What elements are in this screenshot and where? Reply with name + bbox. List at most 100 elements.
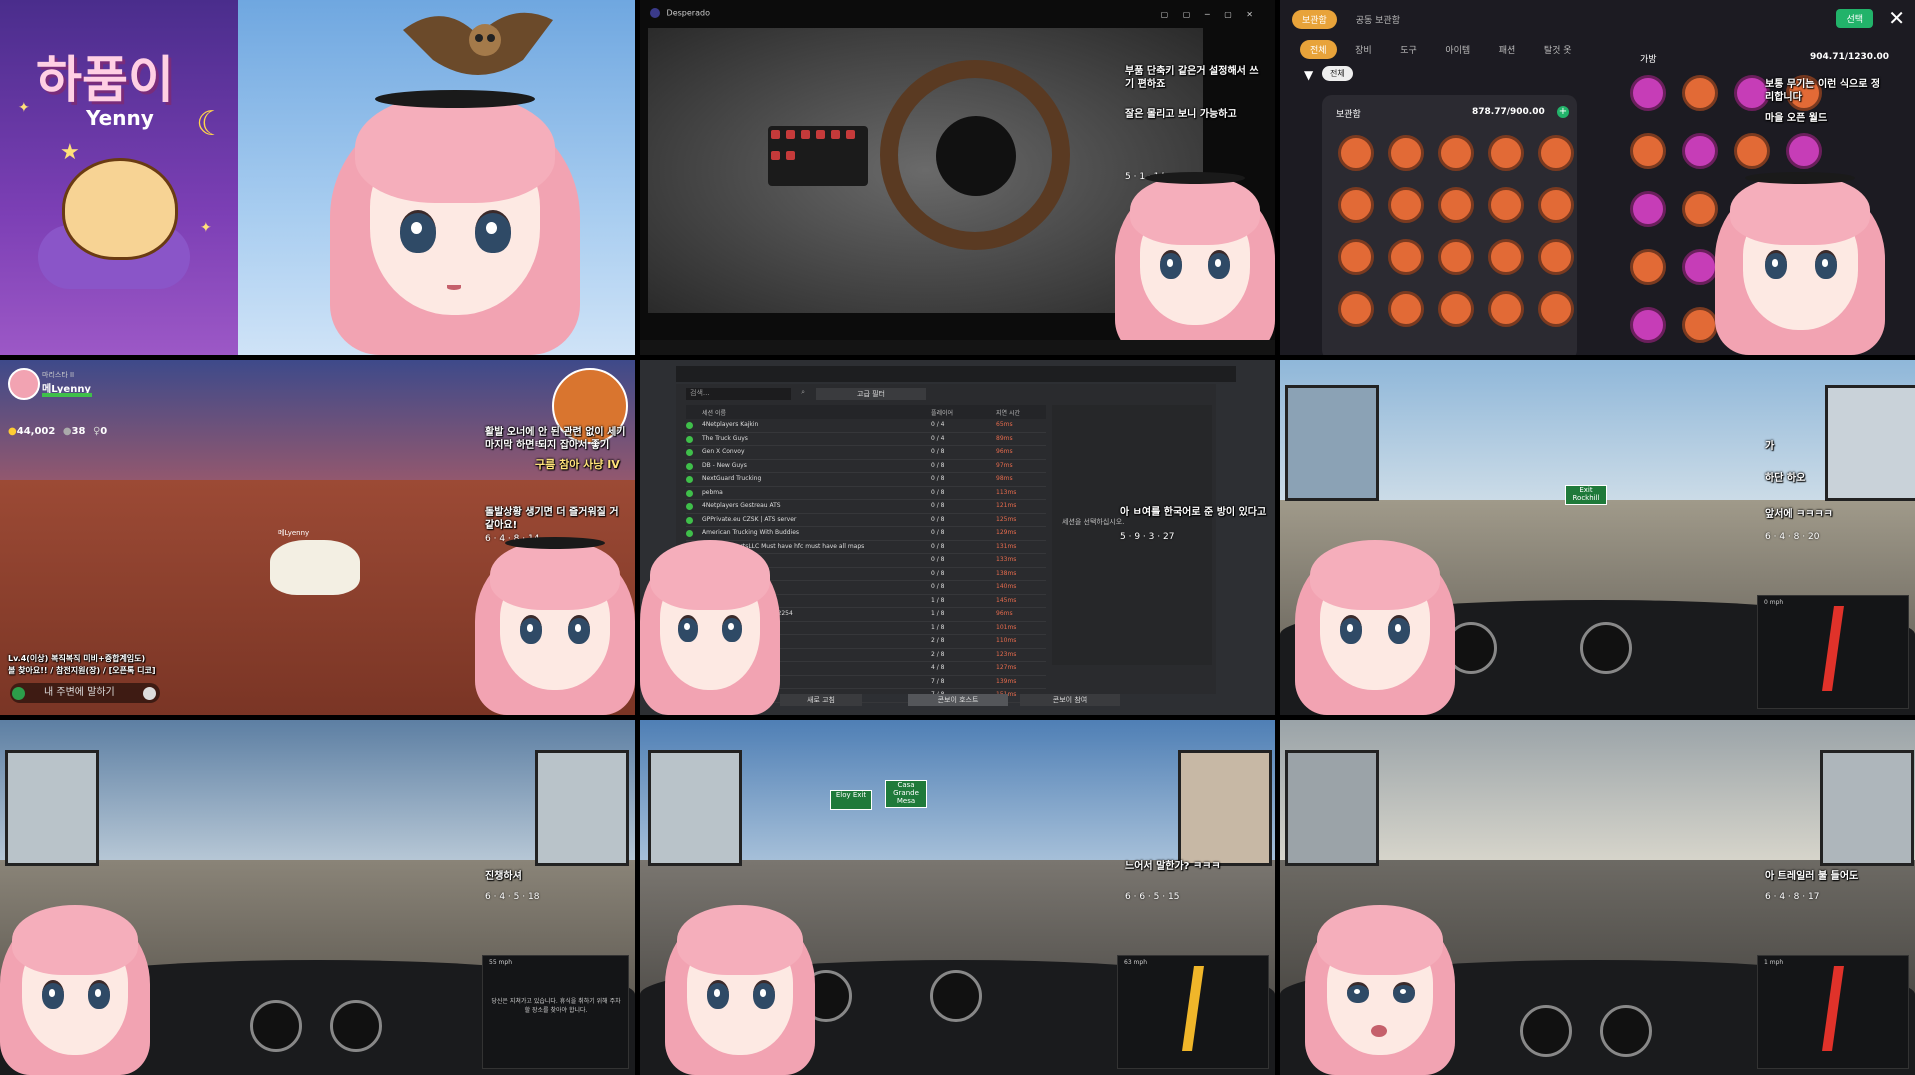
filter-tab-item[interactable]: 아이템 [1435, 40, 1480, 59]
chat-message: 진챙하셔 [485, 871, 522, 882]
search-icon[interactable]: ⌕ [801, 388, 805, 397]
tab-storage[interactable]: 보관함 [1292, 10, 1337, 29]
filter-tab-tool[interactable]: 도구 [1390, 40, 1427, 59]
inventory-slot-icon[interactable] [1388, 187, 1424, 223]
session-ping: 123ms [996, 650, 1017, 658]
player-avatar[interactable] [8, 368, 40, 400]
inventory-slot-icon[interactable] [1630, 191, 1666, 227]
inventory-slot-icon[interactable] [1338, 187, 1374, 223]
join-convoy-button[interactable]: 콘보이 참여 [1020, 694, 1120, 706]
session-name: NextGuard Trucking [702, 475, 762, 482]
right-mirror [1178, 750, 1272, 866]
inventory-slot-icon[interactable] [1388, 291, 1424, 327]
inventory-slot-icon[interactable] [1682, 307, 1718, 343]
status-dot-icon [686, 435, 693, 443]
inventory-slot-icon[interactable] [1388, 135, 1424, 171]
inventory-slot-icon[interactable] [1338, 291, 1374, 327]
inventory-slot-icon[interactable] [1438, 135, 1474, 171]
chat-message: 부품 단축키 같은거 설정해서 쓰기 편하죠 [1125, 66, 1259, 90]
table-row[interactable]: pebma 0 / 8 113ms [686, 487, 1046, 500]
chat-stats: 5 · 9 · 3 · 27 [1120, 532, 1175, 542]
inventory-slot-icon[interactable] [1488, 187, 1524, 223]
filter-tab-all[interactable]: 전체 [1300, 40, 1337, 59]
inventory-slot-icon[interactable] [1682, 75, 1718, 111]
hp-bar [42, 393, 92, 397]
inventory-slot-icon[interactable] [1630, 75, 1666, 111]
table-row[interactable]: DB - New Guys 0 / 8 97ms [686, 460, 1046, 473]
storage-label: 보관함 [1336, 110, 1361, 120]
emoji-icon[interactable] [143, 687, 156, 700]
table-row[interactable]: 4Netplayers Gestreau ATS 0 / 8 121ms [686, 500, 1046, 514]
select-button[interactable]: 선택 [1836, 9, 1873, 28]
col-name: 세션 이름 [702, 410, 726, 417]
star-icon: ✦ [200, 220, 212, 236]
table-row[interactable]: The Truck Guys 0 / 4 89ms [686, 433, 1046, 446]
inventory-slot-icon[interactable] [1682, 133, 1718, 169]
inventory-slot-icon[interactable] [1488, 135, 1524, 171]
right-mirror [1820, 750, 1914, 866]
chat-stats: 6 · 6 · 5 · 15 [1125, 892, 1180, 902]
window-titlebar: Desperado ▢ ▢ ─ ▢ ✕ [640, 8, 1275, 26]
table-row[interactable]: GPPrivate.eu CZSK | ATS server 0 / 8 125ms [686, 514, 1046, 527]
inventory-slot-icon[interactable] [1682, 249, 1718, 285]
logo-title: 하품이 [36, 51, 174, 109]
inventory-slot-icon[interactable] [1338, 135, 1374, 171]
wheel-hub [936, 116, 1016, 196]
close-icon[interactable]: ✕ [1888, 6, 1905, 30]
filter-icon[interactable]: ▼ [1304, 68, 1313, 82]
inventory-slot-icon[interactable] [1538, 239, 1574, 275]
inventory-slot-icon[interactable] [1734, 133, 1770, 169]
search-input[interactable]: 검색... ⌕ [686, 388, 805, 400]
inventory-slot-icon[interactable] [1630, 307, 1666, 343]
fatigue-warning: 당신은 지쳐가고 있습니다. 휴식을 취하기 위해 주차할 장소를 찾아야 합니… [491, 998, 621, 1014]
gps-navigation: 63 mph [1117, 955, 1269, 1069]
inventory-slot-icon[interactable] [1538, 291, 1574, 327]
inventory-slot-icon[interactable] [1538, 187, 1574, 223]
vtuber-avatar [475, 535, 635, 715]
table-row[interactable]: Gen X Convoy 0 / 8 96ms [686, 446, 1046, 460]
gps-route [1822, 966, 1844, 1051]
chat-message: 잘은 몰리고 보니 가능하고 [1125, 109, 1237, 120]
table-row[interactable]: 4Netplayers Kajkin 0 / 4 65ms [686, 419, 1046, 433]
session-ping: 133ms [996, 556, 1017, 563]
inventory-slot-icon[interactable] [1630, 133, 1666, 169]
chat-message: 마을 오픈 월드 [1765, 113, 1828, 124]
filter-tab-mount[interactable]: 탈것 옷 [1534, 40, 1582, 59]
session-players: 0 / 8 [931, 502, 945, 509]
inventory-slot-icon[interactable] [1538, 135, 1574, 171]
inventory-slot-icon[interactable] [1630, 249, 1666, 285]
host-convoy-button[interactable]: 콘보이 호스트 [908, 694, 1008, 706]
chat-bubble-icon[interactable] [12, 687, 25, 700]
inventory-slot-icon[interactable] [1438, 239, 1474, 275]
status-dot-icon [686, 422, 693, 429]
tab-shared-storage[interactable]: 공동 보관함 [1346, 10, 1410, 29]
inventory-slot-icon[interactable] [1438, 187, 1474, 223]
session-ping: 131ms [996, 542, 1017, 550]
tile-mmo-game: 마리스타 II 메Lyenny ●44,002 ●38 ♀0 ESC 활발 오너… [0, 360, 635, 715]
filter-tab-equip[interactable]: 장비 [1345, 40, 1382, 59]
inventory-slot-icon[interactable] [1338, 239, 1374, 275]
inventory-slot-icon[interactable] [1682, 191, 1718, 227]
chat-stats: 6 · 4 · 8 · 20 [1765, 532, 1820, 542]
session-ping: 96ms [996, 610, 1013, 617]
filter-all-chip[interactable]: 전체 [1322, 66, 1353, 81]
left-mirror [648, 750, 742, 866]
advanced-filter-button[interactable]: 고급 필터 [816, 388, 926, 400]
taskbar[interactable] [640, 340, 1275, 355]
filter-tab-fashion[interactable]: 패션 [1489, 40, 1526, 59]
inventory-slot-icon[interactable] [1488, 239, 1524, 275]
session-hint: 세션을 선택하십시오. [1062, 518, 1125, 526]
session-players: 0 / 8 [931, 461, 945, 469]
window-controls[interactable]: ▢ ▢ ─ ▢ ✕ [1161, 10, 1259, 19]
refresh-button[interactable]: 새로 고침 [780, 694, 862, 706]
inventory-slot-icon[interactable] [1786, 133, 1822, 169]
inventory-slot-icon[interactable] [1438, 291, 1474, 327]
session-players: 0 / 8 [931, 529, 945, 536]
inventory-slot-icon[interactable] [1388, 239, 1424, 275]
add-icon[interactable]: + [1557, 106, 1569, 118]
moon-icon: ☾ [196, 104, 227, 144]
table-row[interactable]: NextGuard Trucking 0 / 8 98ms [686, 473, 1046, 487]
chat-input[interactable]: 내 주변에 말하기 [10, 683, 160, 703]
inventory-slot-icon[interactable] [1488, 291, 1524, 327]
session-players: 0 / 8 [931, 569, 945, 577]
